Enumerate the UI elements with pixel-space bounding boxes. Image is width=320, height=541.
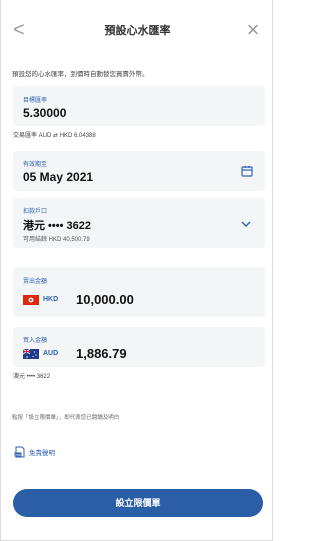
target-rate-field[interactable]: 目標匯率 5.30000 — [13, 86, 265, 126]
expiry-date-field[interactable]: 有效期至 05 May 2021 — [13, 151, 265, 191]
market-rate-note: 交易匯率 AUD ⇄ HKD 6.04388 — [13, 133, 96, 139]
navigation-bar: < 預設心水匯率 × — [1, 0, 274, 60]
document-icon: PDF — [14, 446, 25, 458]
expiry-date-label: 有效期至 — [23, 162, 48, 168]
svg-text:PDF: PDF — [15, 453, 21, 457]
app-screen: < 預設心水匯率 × 預設您的心水匯率，到價時自動替您買賣外幣。 目標匯率 5.… — [0, 0, 273, 541]
sell-amount-label: 賣出金額 — [23, 279, 48, 285]
sell-amount-field[interactable]: 賣出金額 HKD 10,000.00 — [13, 267, 265, 317]
submit-limit-order-button[interactable]: 設立限價單 — [13, 489, 263, 517]
hk-flag-icon — [23, 295, 39, 305]
sell-currency-code: HKD — [43, 296, 59, 303]
debit-account-number: 港元 •••• 3622 — [23, 220, 91, 232]
au-flag-icon — [23, 349, 39, 359]
buy-amount-label: 買入金額 — [23, 338, 48, 344]
disclaimer-link-label[interactable]: 免責聲明 — [29, 447, 55, 457]
sell-amount-value[interactable]: 10,000.00 — [76, 292, 134, 307]
chevron-down-icon[interactable] — [241, 220, 251, 228]
buy-amount-value[interactable]: 1,886.79 — [76, 346, 127, 361]
page-title: 預設心水匯率 — [104, 25, 171, 37]
debit-account-label: 扣款戶口 — [23, 209, 48, 215]
intro-text: 預設您的心水匯率，到價時自動替您買賣外幣。 — [12, 71, 149, 78]
target-rate-label: 目標匯率 — [23, 98, 48, 104]
expiry-date-value: 05 May 2021 — [23, 170, 94, 184]
disclaimer-text: 點按「設立限價單」，即代表您已閱讀及明白 — [12, 415, 120, 421]
calendar-icon[interactable] — [241, 165, 253, 177]
buy-currency-code: AUD — [43, 350, 59, 357]
available-balance: 可用結餘 HKD 40,500.79 — [23, 237, 90, 243]
buy-account-note: 澳元 •••• 3622 — [13, 374, 51, 380]
debit-account-selector[interactable]: 扣款戶口 港元 •••• 3622 可用結餘 HKD 40,500.79 — [13, 198, 265, 248]
target-rate-value[interactable]: 5.30000 — [23, 106, 66, 120]
close-icon[interactable]: × — [244, 19, 262, 41]
buy-amount-field[interactable]: 買入金額 AUD 1,886.79 — [13, 327, 265, 367]
